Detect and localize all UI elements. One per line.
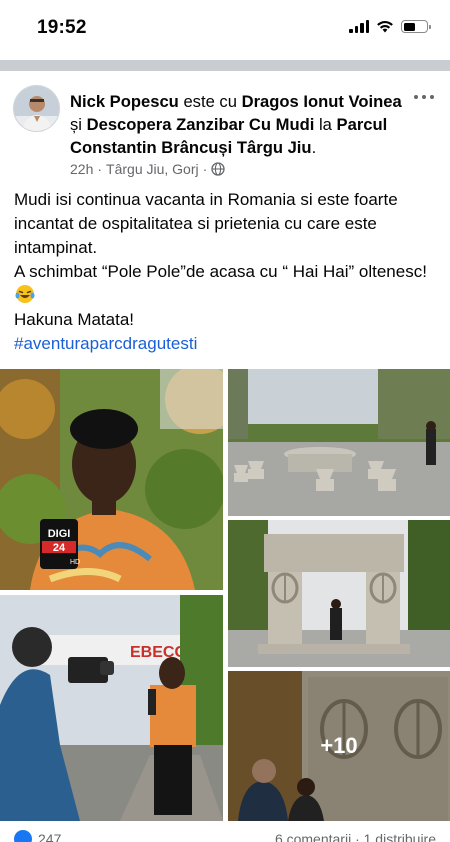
mic-brand-top: DIGI [48, 528, 71, 540]
tagged-page-link[interactable]: Descopera Zanzibar Cu Mudi [87, 115, 315, 134]
post-meta: 22h · Târgu Jiu, Gorj · [70, 161, 225, 177]
building-sign: EBECC [130, 644, 186, 661]
post-paragraph-2: A schimbat “Pole Pole”de acasa cu “ Hai … [14, 260, 434, 308]
feed-divider [0, 60, 450, 71]
meta-separator: · [97, 161, 103, 177]
mic-brand-bottom: 24 [53, 542, 66, 554]
post-time[interactable]: 22h [70, 161, 93, 177]
photo-4[interactable]: EBECC [0, 595, 223, 821]
at-word: la [318, 115, 332, 134]
status-bar: 19:52 [0, 0, 450, 56]
battery-icon [401, 20, 431, 33]
more-photos-overlay[interactable]: +10 [228, 671, 450, 821]
mic-hd: HD [70, 559, 80, 566]
more-options-icon[interactable] [412, 88, 436, 106]
with-word: este cu [183, 92, 237, 111]
like-reaction-icon[interactable] [14, 830, 32, 842]
photo-3[interactable] [228, 520, 450, 667]
laughing-tears-emoji-icon [15, 285, 35, 303]
post-paragraph: Mudi isi continua vacanta in Romania si … [14, 190, 398, 257]
more-photos-count: +10 [320, 733, 358, 758]
status-icons [349, 20, 431, 33]
post-paragraph-3: Hakuna Matata! [14, 310, 135, 329]
header-period: . [311, 138, 317, 157]
reactions-count[interactable]: 247 [38, 831, 61, 842]
author-name-link[interactable]: Nick Popescu [70, 92, 179, 111]
author-avatar[interactable] [13, 85, 60, 132]
status-time: 19:52 [37, 17, 87, 38]
post-body: Mudi isi continua vacanta in Romania si … [14, 188, 434, 356]
photo-1[interactable]: DIGI 24 HD [0, 369, 223, 590]
photo-2[interactable] [228, 369, 450, 516]
conjunction: și [70, 115, 82, 134]
post-header-text: Nick Popescu este cu Dragos Ionut Voinea… [70, 90, 405, 159]
post-footer: 247 6 comentarii · 1 distribuire [0, 826, 450, 842]
post-place: Târgu Jiu, Gorj [106, 161, 199, 177]
comments-shares-count[interactable]: 6 comentarii · 1 distribuire [275, 831, 436, 842]
tagged-person-link[interactable]: Dragos Ionut Voinea [242, 92, 402, 111]
photo-5[interactable]: +10 [228, 671, 450, 821]
meta-dot: · [202, 161, 208, 177]
wifi-icon [377, 21, 393, 33]
hashtag-link[interactable]: #aventuraparcdragutesti [14, 332, 434, 356]
globe-icon [211, 162, 225, 176]
cellular-signal-icon [349, 20, 369, 33]
